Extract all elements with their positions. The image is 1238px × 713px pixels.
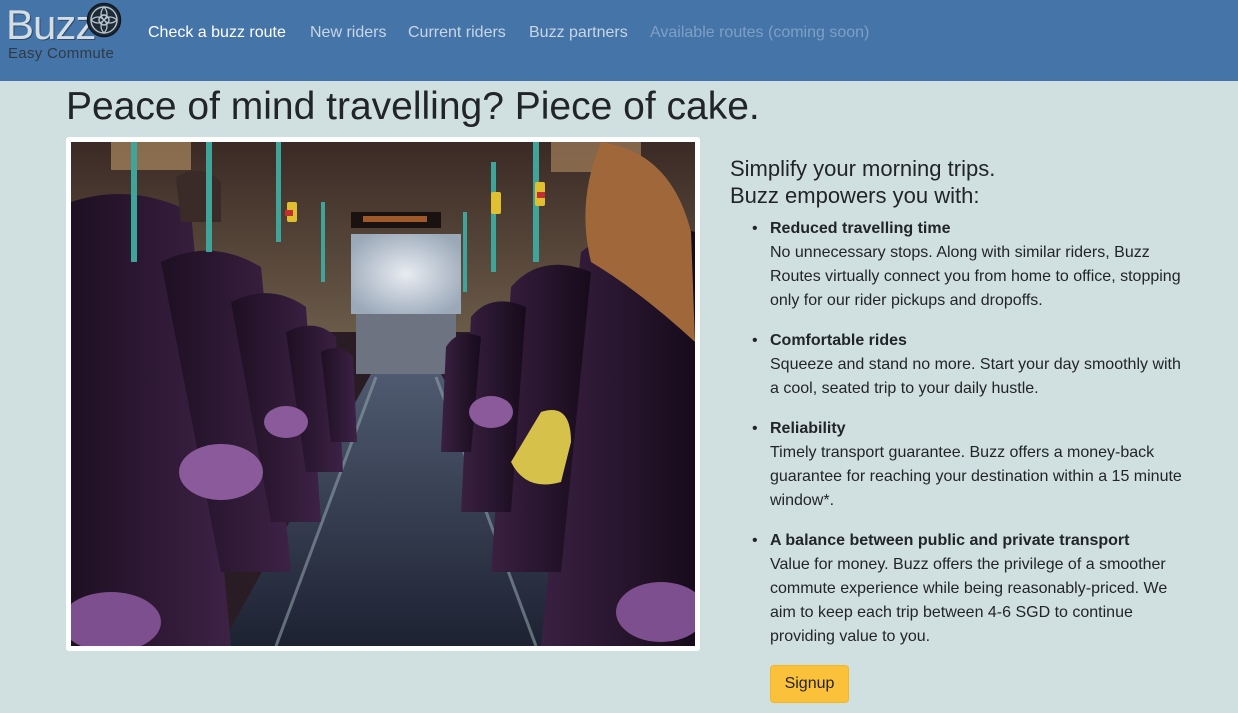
feature-title: Comfortable rides (770, 332, 907, 349)
benefits-list: Reduced travelling time No unnecessary s… (752, 217, 1190, 665)
list-item: Reliability Timely transport guarantee. … (752, 417, 1190, 513)
feature-description: Value for money. Buzz offers the privile… (770, 556, 1168, 645)
brand-name: Buzz (6, 1, 96, 48)
list-item: Reduced travelling time No unnecessary s… (752, 217, 1190, 313)
bus-photo-frame (66, 137, 700, 651)
feature-title: Reduced travelling time (770, 220, 951, 237)
page-headline: Peace of mind travelling? Piece of cake. (66, 85, 760, 128)
benefits-heading-line-2: Buzz empowers you with: (730, 183, 980, 208)
feature-title: Reliability (770, 420, 846, 437)
nav-new-riders[interactable]: New riders (310, 23, 386, 43)
top-navbar: Buzz Easy Commute Check a buzz route New… (0, 0, 1238, 81)
nav-check-buzz-route[interactable]: Check a buzz route (148, 23, 286, 43)
benefits-heading-line-1: Simplify your morning trips. (730, 156, 996, 181)
nav-buzz-partners[interactable]: Buzz partners (529, 23, 628, 43)
nav-available-routes: Available routes (coming soon) (650, 24, 870, 41)
brand-logo[interactable]: Buzz Easy Commute (6, 0, 124, 66)
feature-description: Timely transport guarantee. Buzz offers … (770, 444, 1182, 509)
signup-button[interactable]: Signup (770, 665, 849, 703)
feature-description: No unnecessary stops. Along with similar… (770, 244, 1181, 309)
feature-title: A balance between public and private tra… (770, 532, 1130, 549)
bus-interior-photo (71, 142, 695, 646)
list-item: A balance between public and private tra… (752, 529, 1190, 649)
feature-description: Squeeze and stand no more. Start your da… (770, 356, 1181, 397)
nav-current-riders[interactable]: Current riders (408, 23, 506, 43)
brand-tagline: Easy Commute (8, 45, 115, 62)
compass-wheel-icon (86, 2, 122, 38)
list-item: Comfortable rides Squeeze and stand no m… (752, 329, 1190, 401)
benefits-heading: Simplify your morning trips. Buzz empowe… (730, 155, 995, 209)
